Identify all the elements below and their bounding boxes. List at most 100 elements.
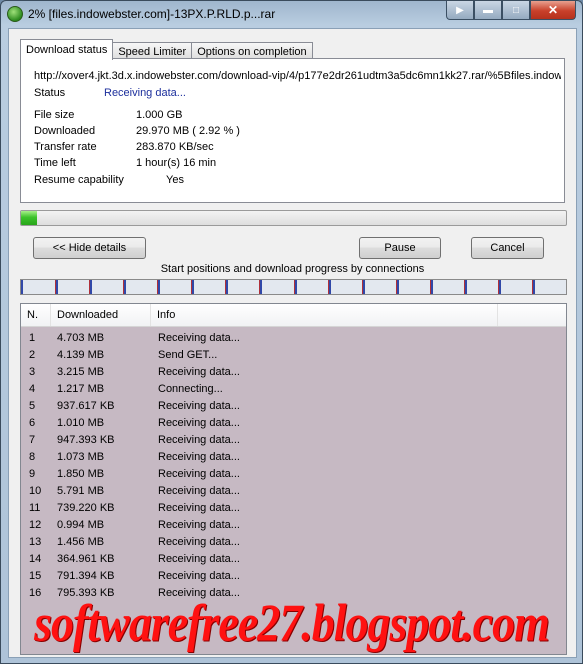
connection-number: 4 (29, 383, 36, 395)
connections-progress-bar (20, 279, 567, 295)
connection-downloaded: 364.961 KB (57, 553, 115, 565)
cancel-button[interactable]: Cancel (471, 237, 544, 259)
connection-number: 8 (29, 451, 36, 463)
segment-progress-mark (499, 280, 501, 294)
connections-label: Start positions and download progress by… (160, 263, 425, 275)
close-button[interactable]: ✕ (530, 1, 576, 20)
connection-info: Receiving data... (158, 468, 240, 480)
connection-segment (362, 280, 397, 294)
header-spacer (498, 304, 566, 326)
header-downloaded[interactable]: Downloaded (51, 304, 151, 326)
connection-segment (464, 280, 499, 294)
connection-downloaded: 739.220 KB (57, 502, 115, 514)
connection-downloaded: 4.703 MB (57, 332, 105, 344)
connection-downloaded: 1.217 MB (57, 383, 105, 395)
list-item[interactable]: 9 1.850 MB Receiving data... (21, 466, 566, 483)
connection-segment (328, 280, 363, 294)
connection-number: 6 (29, 417, 36, 429)
list-item[interactable]: 10 5.791 MB Receiving data... (21, 483, 566, 500)
connection-number: 14 (29, 553, 42, 565)
list-item[interactable]: 11 739.220 KB Receiving data... (21, 500, 566, 517)
tray-arrow-icon: ▶ (456, 4, 464, 16)
list-item[interactable]: 2 4.139 MB Send GET... (21, 347, 566, 364)
maximize-button[interactable]: □ (502, 1, 530, 20)
connection-info: Receiving data... (158, 536, 240, 548)
connection-segment (532, 280, 567, 294)
header-number[interactable]: N. (21, 304, 51, 326)
move-to-tray-button[interactable]: ▶ (446, 1, 474, 20)
connection-info: Receiving data... (158, 417, 240, 429)
hide-details-button[interactable]: << Hide details (33, 237, 146, 259)
tab-download-status[interactable]: Download status (20, 39, 114, 60)
connection-downloaded: 1.456 MB (57, 536, 105, 548)
connection-info: Receiving data... (158, 485, 240, 497)
connection-info: Receiving data... (158, 502, 240, 514)
list-item[interactable]: 5 937.617 KB Receiving data... (21, 398, 566, 415)
minimize-button[interactable]: ▬ (474, 1, 502, 20)
progress-fill (21, 211, 37, 225)
connection-info: Receiving data... (158, 570, 240, 582)
connection-downloaded: 1.010 MB (57, 417, 105, 429)
file-size-label: File size (34, 109, 75, 121)
connection-info: Receiving data... (158, 451, 240, 463)
connection-segment (294, 280, 329, 294)
tab-strip: Download status Speed Limiter Options on… (20, 39, 313, 60)
connection-info: Connecting... (158, 383, 223, 395)
maximize-icon: □ (512, 4, 520, 16)
connection-info: Receiving data... (158, 366, 240, 378)
segment-progress-mark (21, 280, 23, 294)
file-size-value: 1.000 GB (136, 109, 183, 121)
watermark-text: softwarefree27.blogspot.com (34, 593, 550, 652)
list-item[interactable]: 14 364.961 KB Receiving data... (21, 551, 566, 568)
connection-number: 5 (29, 400, 36, 412)
segment-progress-mark (90, 280, 92, 294)
connection-segment (430, 280, 465, 294)
list-header: N. Downloaded Info (21, 304, 566, 327)
connection-segment (259, 280, 294, 294)
segment-progress-mark (226, 280, 228, 294)
downloaded-value: 29.970 MB ( 2.92 % ) (136, 125, 240, 137)
connection-segment (123, 280, 158, 294)
connection-downloaded: 5.791 MB (57, 485, 105, 497)
list-item[interactable]: 3 3.215 MB Receiving data... (21, 364, 566, 381)
connection-number: 15 (29, 570, 42, 582)
connection-downloaded: 1.073 MB (57, 451, 105, 463)
list-item[interactable]: 12 0.994 MB Receiving data... (21, 517, 566, 534)
connection-segment (396, 280, 431, 294)
connection-segment (55, 280, 90, 294)
connection-segment (225, 280, 260, 294)
connection-info: Receiving data... (158, 519, 240, 531)
segment-progress-mark (124, 280, 126, 294)
time-left-value: 1 hour(s) 16 min (136, 157, 217, 169)
download-progress-bar (20, 210, 567, 226)
segment-progress-mark (431, 280, 433, 294)
list-item[interactable]: 7 947.393 KB Receiving data... (21, 432, 566, 449)
list-item[interactable]: 1 4.703 MB Receiving data... (21, 330, 566, 347)
segment-progress-mark (465, 280, 467, 294)
connection-number: 3 (29, 366, 36, 378)
list-item[interactable]: 4 1.217 MB Connecting... (21, 381, 566, 398)
connection-info: Receiving data... (158, 332, 240, 344)
connection-downloaded: 937.617 KB (57, 400, 115, 412)
connection-number: 10 (29, 485, 42, 497)
list-item[interactable]: 8 1.073 MB Receiving data... (21, 449, 566, 466)
header-info[interactable]: Info (151, 304, 498, 326)
segment-progress-mark (329, 280, 331, 294)
segment-progress-mark (56, 280, 58, 294)
connection-segment (157, 280, 192, 294)
segment-progress-mark (192, 280, 194, 294)
close-icon: ✕ (547, 3, 559, 17)
connection-downloaded: 0.994 MB (57, 519, 105, 531)
pause-button[interactable]: Pause (359, 237, 441, 259)
download-status-panel: http://xover4.jkt.3d.x.indowebster.com/d… (20, 58, 565, 203)
list-item[interactable]: 6 1.010 MB Receiving data... (21, 415, 566, 432)
list-item[interactable]: 15 791.394 KB Receiving data... (21, 568, 566, 585)
connection-number: 11 (29, 502, 41, 514)
connection-info: Receiving data... (158, 400, 240, 412)
title-bar[interactable]: 2% [files.indowebster.com]-13PX.P.RLD.p.… (1, 1, 582, 27)
time-left-label: Time left (34, 157, 76, 169)
list-item[interactable]: 13 1.456 MB Receiving data... (21, 534, 566, 551)
downloaded-label: Downloaded (34, 125, 96, 137)
window-title: 2% [files.indowebster.com]-13PX.P.RLD.p.… (28, 7, 276, 21)
resume-value: Yes (166, 174, 184, 186)
